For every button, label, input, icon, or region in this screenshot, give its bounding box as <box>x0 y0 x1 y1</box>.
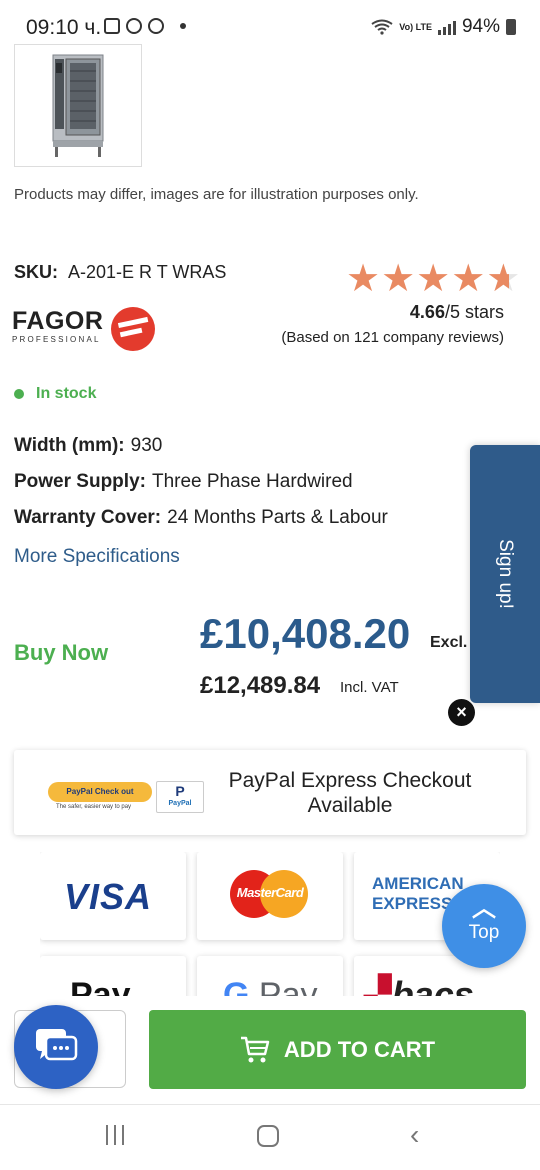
paypal-p-icon: P <box>175 783 185 799</box>
star-icon: ★ <box>381 258 416 300</box>
mastercard-text: MasterCard <box>236 885 304 900</box>
review-count[interactable]: (Based on 121 company reviews) <box>281 329 504 346</box>
sku-label: SKU: <box>14 262 58 282</box>
spec-label: Power Supply: <box>14 471 146 492</box>
bacs-mark-icon: ▞ <box>364 974 392 996</box>
status-right: Vo) LTE 94% <box>371 16 516 38</box>
mastercard-logo: MasterCard <box>230 870 308 918</box>
spec-value: 930 <box>130 435 163 456</box>
payment-methods: VISA MasterCard AMERICAN EXPRESS Pay G P… <box>40 852 500 996</box>
paypal-tagline: The safer, easier way to pay <box>56 804 132 810</box>
more-specifications-link[interactable]: More Specifications <box>14 546 180 568</box>
bacs-text: bacs <box>391 974 474 996</box>
home-icon[interactable] <box>257 1125 279 1147</box>
spec-row: Warranty Cover: 24 Months Parts & Labour <box>14 506 388 542</box>
brand-name: FAGOR <box>12 307 104 335</box>
star-icon: ★ <box>416 258 451 300</box>
star-icon: ★ <box>451 258 486 300</box>
cart-icon <box>240 1036 270 1062</box>
recents-icon[interactable] <box>106 1125 124 1145</box>
paypal-logo-text: PayPal <box>168 800 192 807</box>
wifi-icon <box>371 19 393 35</box>
apple-pay-card: Pay <box>40 956 186 996</box>
rating-text: 4.66/5 stars <box>410 302 504 323</box>
brand-subtitle: PROFESSIONAL <box>12 335 101 344</box>
paypal-express-text: PayPal Express Checkout Available <box>228 769 472 817</box>
chat-icon <box>36 1029 78 1061</box>
fagor-mark-icon <box>111 307 155 351</box>
image-disclaimer: Products may differ, images are for illu… <box>14 186 419 203</box>
add-to-cart-button[interactable]: ADD TO CART <box>149 1010 526 1089</box>
rating-value: 4.66 <box>409 302 445 322</box>
product-thumbnail[interactable] <box>14 44 142 167</box>
close-signup-button[interactable]: × <box>448 699 475 726</box>
system-nav-bar: ‹ <box>0 1104 540 1170</box>
rating-suffix: /5 stars <box>444 302 504 322</box>
chevron-up-icon: ︿ <box>472 895 496 922</box>
notification-icon <box>126 18 142 34</box>
price-excl-vat: £10,408.20 <box>200 610 411 657</box>
google-g-icon: G <box>223 976 250 996</box>
spec-value: 24 Months Parts & Labour <box>167 507 388 528</box>
back-icon[interactable]: ‹ <box>410 1121 419 1149</box>
signal-icon <box>437 19 456 35</box>
notification-icons <box>104 18 186 34</box>
mastercard-card: MasterCard <box>197 852 343 940</box>
incl-vat-label: Incl. VAT <box>340 679 399 696</box>
gallery-icon <box>104 18 120 34</box>
google-pay-card: G Pay <box>197 956 343 996</box>
buy-now-label: Buy Now <box>14 640 109 665</box>
bacs-logo: ▞bacs <box>364 974 474 996</box>
spec-label: Width (mm): <box>14 435 125 456</box>
battery-icon <box>506 19 516 35</box>
apple-pay-text: Pay <box>70 976 131 996</box>
spec-label: Warranty Cover: <box>14 507 162 528</box>
visa-logo: VISA <box>64 876 153 917</box>
signup-side-tab[interactable]: Sign up! <box>470 445 540 703</box>
stock-status: In stock <box>14 385 96 403</box>
stock-dot-icon <box>14 389 24 399</box>
more-notifications-icon <box>180 23 186 29</box>
scroll-to-top-button[interactable]: ︿ Top <box>442 884 526 968</box>
spec-value: Three Phase Hardwired <box>151 471 353 492</box>
add-to-cart-label: ADD TO CART <box>283 1036 436 1062</box>
sku-value: A-201-E R T WRAS <box>68 262 227 282</box>
sku: SKU: A-201-E R T WRAS <box>14 262 226 283</box>
combi-oven-image <box>52 54 104 157</box>
live-chat-button[interactable] <box>14 1005 98 1089</box>
stock-label: In stock <box>36 385 97 402</box>
star-icon: ★ <box>346 258 381 300</box>
paypal-checkout-badge: PayPal Check out <box>48 782 152 802</box>
status-time: 09:10 ч. <box>26 16 102 39</box>
spec-row: Width (mm): 930 <box>14 434 388 470</box>
rating-stars: ★ ★ ★ ★ ★ ★ <box>346 260 520 298</box>
paypal-logo: P PayPal <box>156 781 204 813</box>
google-pay-text: Pay <box>258 976 318 996</box>
apple-pay-logo: Pay <box>70 976 131 996</box>
signup-label: Sign up! <box>495 539 516 609</box>
battery-percent: 94% <box>461 16 500 37</box>
spec-row: Power Supply: Three Phase Hardwired <box>14 470 388 506</box>
brand-logo: FAGOR PROFESSIONAL <box>12 308 103 344</box>
chrome-icon <box>148 18 164 34</box>
partial-star-icon: ★ ★ <box>486 258 521 300</box>
price-incl-vat: £12,489.84 <box>200 672 321 699</box>
google-pay-logo: G Pay <box>223 976 318 996</box>
top-label: Top <box>468 922 500 943</box>
spec-list: Width (mm): 930 Power Supply: Three Phase … <box>14 434 388 542</box>
paypal-express-banner[interactable]: PayPal Check out The safer, easier way t… <box>14 750 526 835</box>
visa-card: VISA <box>40 852 186 940</box>
lte-icon: Vo) LTE <box>399 21 432 32</box>
